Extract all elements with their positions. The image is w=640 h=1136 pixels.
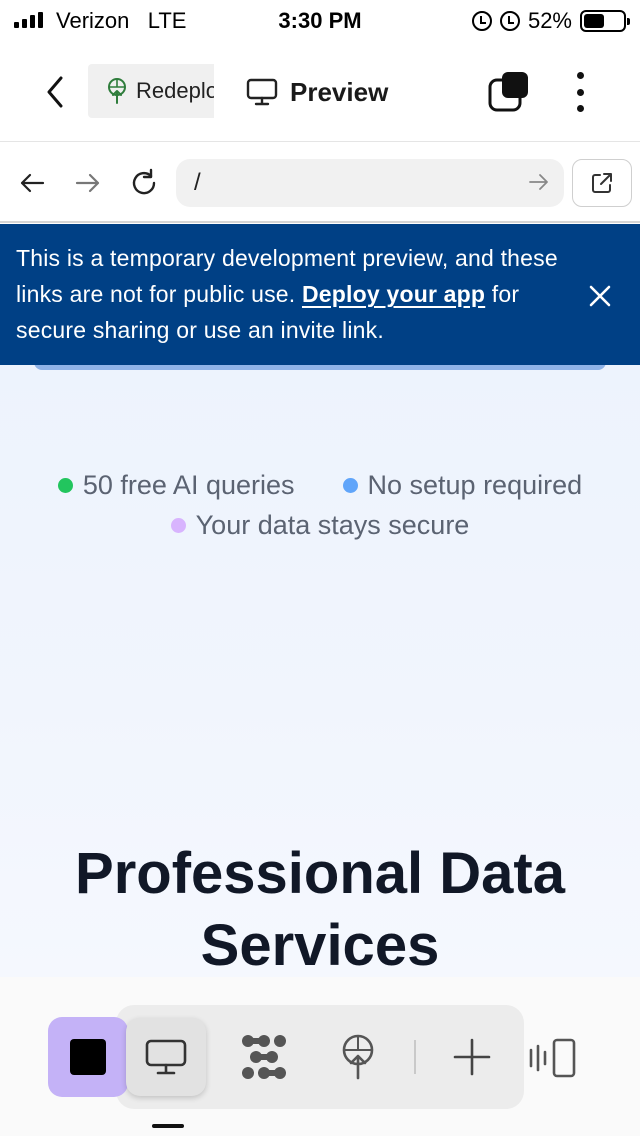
deploy-app-link[interactable]: Deploy your app (302, 281, 485, 307)
feature-item: 50 free AI queries (57, 465, 295, 505)
url-text: / (194, 169, 201, 196)
deploy-icon (342, 1034, 374, 1080)
deploy-tab-label: Redeploy (136, 78, 214, 103)
deploy-icon (108, 78, 126, 104)
chain-icon (242, 1035, 286, 1079)
nav-forward-button[interactable] (70, 165, 106, 201)
add-tab-button[interactable] (432, 1018, 512, 1096)
tab-preview[interactable]: Preview (246, 68, 388, 116)
feature-item: No setup required (342, 465, 582, 505)
browser-bar: / (0, 143, 640, 223)
integrations-button[interactable] (224, 1018, 304, 1096)
blue-dot-icon (342, 477, 358, 493)
more-options-button[interactable] (566, 72, 594, 112)
reload-icon (132, 168, 156, 195)
toolbar-divider (414, 1040, 416, 1074)
purple-dot-icon (170, 517, 186, 533)
desktop-icon (145, 1039, 187, 1075)
arrow-right-icon (75, 173, 100, 193)
feature-item: Your data stays secure (170, 505, 469, 545)
page-title: Professional Data Services (75, 841, 565, 978)
back-button[interactable] (40, 74, 70, 110)
preview-tab-label: Preview (290, 76, 389, 107)
chevron-left-icon (47, 76, 63, 108)
green-dot-icon (57, 477, 73, 493)
url-input[interactable]: / (176, 159, 564, 207)
stop-icon (70, 1039, 106, 1075)
network-label: LTE (147, 8, 187, 33)
battery-percent: 52% (527, 8, 572, 33)
preview-warning-banner: This is a temporary development preview,… (0, 224, 640, 365)
signal-icon (14, 12, 43, 28)
more-vertical-icon (576, 72, 584, 79)
reload-button[interactable] (126, 165, 162, 201)
tabs-button[interactable] (486, 70, 532, 114)
tab-deployments[interactable]: Redeploy (88, 64, 214, 118)
side-panel-icon (529, 1038, 576, 1078)
carrier-label: Verizon (56, 8, 130, 33)
open-external-button[interactable] (572, 159, 632, 207)
close-icon (589, 285, 611, 307)
banner-close-button[interactable] (584, 280, 616, 312)
battery-icon (580, 10, 630, 32)
stop-button[interactable] (48, 1017, 128, 1097)
go-arrow-icon[interactable] (528, 171, 550, 193)
copy-icon (488, 72, 528, 112)
nav-back-button[interactable] (14, 165, 50, 201)
active-tab-indicator (152, 1124, 184, 1128)
side-panel-button[interactable] (528, 1036, 578, 1080)
feature-list: 50 free AI queries No setup required You… (0, 465, 640, 545)
deploy-button[interactable] (318, 1018, 398, 1096)
external-link-icon (592, 173, 612, 193)
monitor-icon (246, 78, 278, 106)
orientation-lock-icon (471, 11, 492, 31)
alarm-icon (499, 11, 520, 31)
desktop-view-button[interactable] (126, 1018, 206, 1096)
plus-icon (453, 1038, 491, 1076)
status-bar: Verizon LTE 3:30 PM 52% (0, 0, 640, 40)
app-header: Redeploy Preview (0, 44, 640, 142)
arrow-left-icon (20, 173, 45, 193)
